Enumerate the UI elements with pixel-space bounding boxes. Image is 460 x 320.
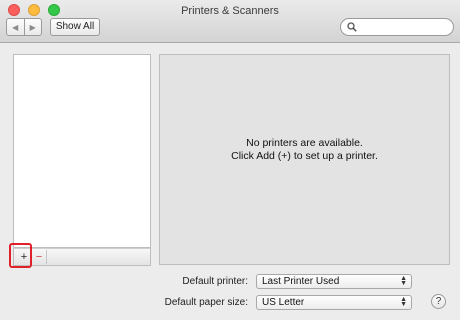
no-printers-line2: Click Add (+) to set up a printer.	[231, 150, 378, 162]
printer-list-toolbar: + −	[13, 248, 151, 266]
default-printer-row: Default printer: Last Printer Used ▲ ▼	[150, 273, 450, 293]
popup-arrows-icon: ▲ ▼	[400, 275, 407, 287]
forward-button[interactable]: ▶	[23, 19, 42, 35]
printer-list[interactable]	[13, 54, 151, 248]
show-all-button[interactable]: Show All	[50, 18, 100, 36]
help-button[interactable]: ?	[431, 294, 446, 309]
default-printer-popup[interactable]: Last Printer Used ▲ ▼	[256, 274, 412, 289]
default-paper-row: Default paper size: US Letter ▲ ▼	[150, 294, 450, 314]
default-printer-value: Last Printer Used	[262, 276, 340, 287]
add-button-highlight	[9, 243, 32, 268]
default-printer-label: Default printer:	[182, 276, 248, 287]
no-printers-message: No printers are available. Click Add (+)…	[160, 137, 449, 163]
title-bar: Printers & Scanners ◀ ▶ Show All	[0, 0, 460, 43]
default-paper-popup[interactable]: US Letter ▲ ▼	[256, 295, 412, 310]
search-icon	[347, 22, 357, 32]
window-title: Printers & Scanners	[181, 5, 279, 17]
remove-printer-button[interactable]: −	[32, 250, 47, 264]
printers-scanners-window: Printers & Scanners ◀ ▶ Show All + − No …	[0, 0, 460, 320]
printer-info-panel: No printers are available. Click Add (+)…	[159, 54, 450, 265]
back-forward-control: ◀ ▶	[6, 18, 42, 36]
default-paper-label: Default paper size:	[164, 297, 248, 308]
back-button[interactable]: ◀	[7, 19, 24, 35]
forward-arrow-icon: ▶	[29, 22, 36, 32]
popup-arrows-icon: ▲ ▼	[400, 296, 407, 308]
back-arrow-icon: ◀	[12, 22, 19, 32]
no-printers-line1: No printers are available.	[246, 137, 363, 149]
default-paper-value: US Letter	[262, 297, 305, 308]
search-field[interactable]	[340, 18, 454, 36]
